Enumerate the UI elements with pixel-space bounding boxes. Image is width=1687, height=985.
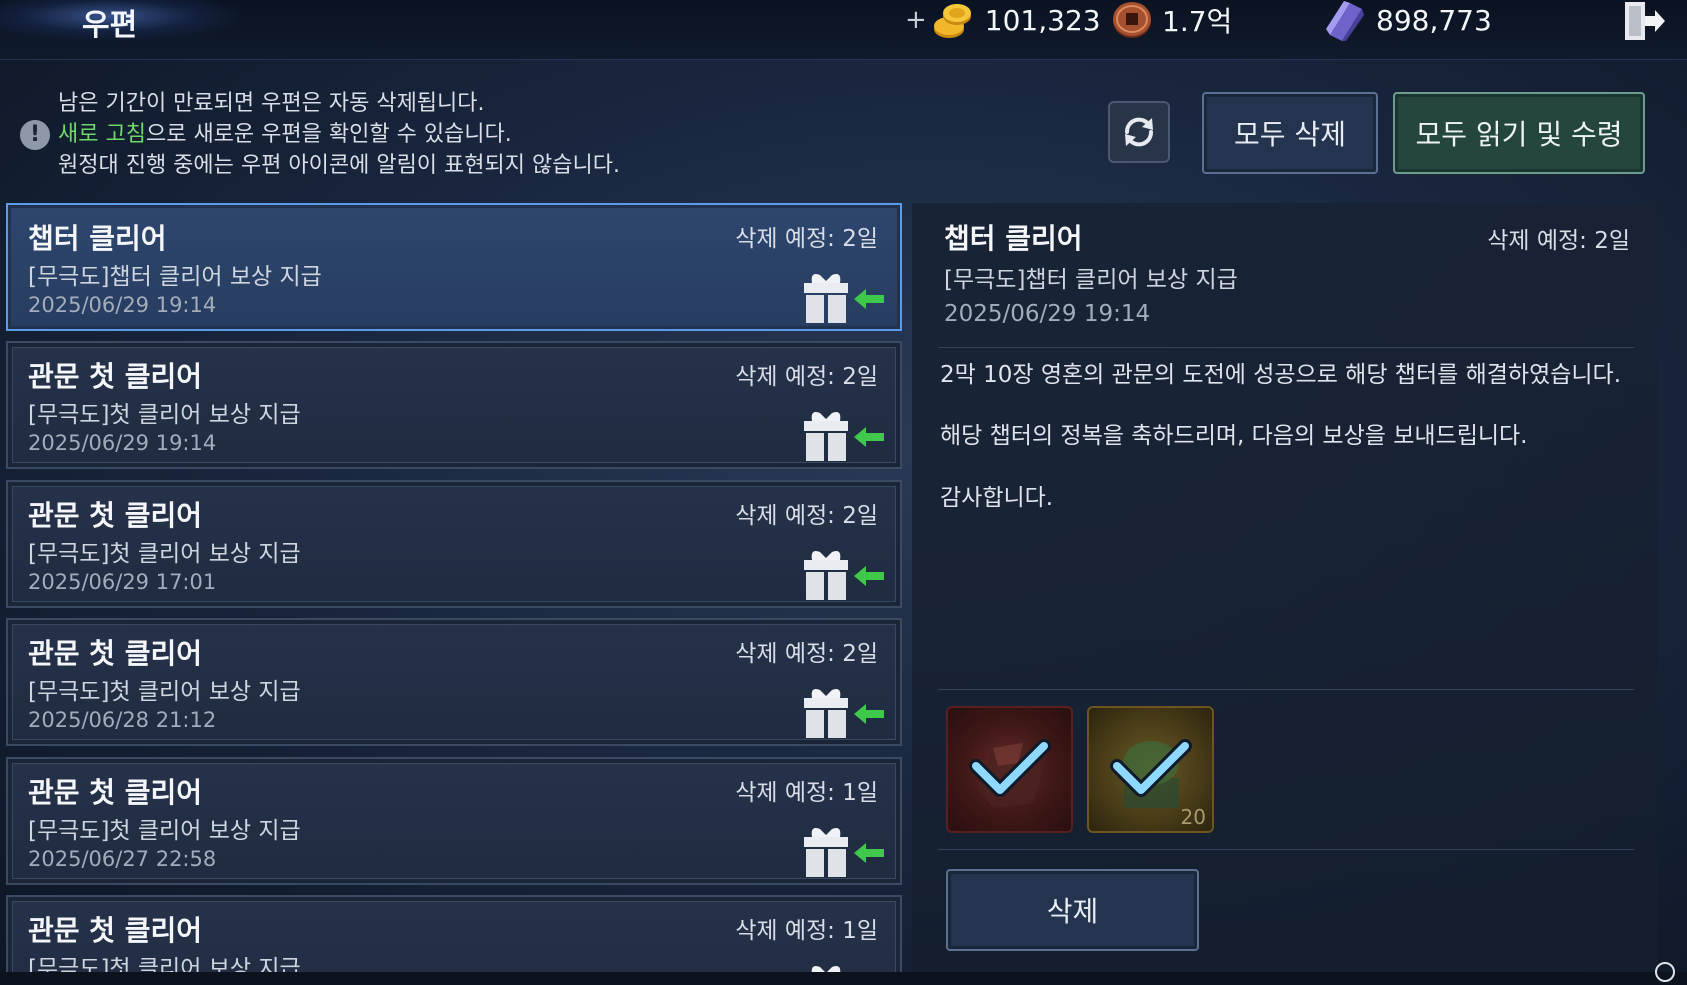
mail-subtitle: [무극도]첫 클리어 보상 지급 [28, 679, 301, 705]
mail-item[interactable]: 관문 첫 클리어 [무극도]첫 클리어 보상 지급 2025/06/27 22:… [6, 757, 902, 885]
notice-line-2-rest: 으로 새로운 우편을 확인할 수 있습니다. [145, 122, 512, 147]
red-ore-reward-icon [969, 739, 1051, 808]
mail-title: 관문 첫 클리어 [28, 914, 203, 947]
mail-title: 관문 첫 클리어 [28, 360, 203, 393]
notice-line-2: 새로 고침으로 새로운 우편을 확인할 수 있습니다. [58, 119, 620, 150]
page-title: 우편 [82, 8, 138, 43]
mail-item[interactable]: 챕터 클리어 [무극도]챕터 클리어 보상 지급 2025/06/29 19:1… [6, 203, 902, 331]
mail-expire: 삭제 예정: 2일 [735, 641, 878, 667]
arrow-left-icon [854, 566, 884, 586]
mail-expire: 삭제 예정: 2일 [735, 226, 878, 252]
mail-expire: 삭제 예정: 2일 [735, 503, 878, 529]
mail-item[interactable]: 관문 첫 클리어 [무극도]첫 클리어 보상 지급 2025/06/29 19:… [6, 341, 902, 469]
mail-date: 2025/06/29 17:01 [28, 570, 217, 594]
crystal-amount: 898,773 [1376, 3, 1492, 37]
mail-title: 관문 첫 클리어 [28, 776, 203, 809]
gold-currency: + 101,323 [905, 2, 1101, 38]
gift-icon [804, 828, 848, 877]
mail-title: 관문 첫 클리어 [28, 499, 203, 532]
mail-subtitle: [무극도]첫 클리어 보상 지급 [28, 818, 301, 844]
mail-date: 2025/06/27 22:58 [28, 847, 217, 871]
notice-line-1: 남은 기간이 만료되면 우편은 자동 삭제됩니다. [58, 91, 485, 116]
warning-icon: ! [20, 120, 50, 150]
arrow-left-icon [854, 704, 884, 724]
coin-amount: 1.7억 [1162, 5, 1233, 38]
gift-icon [804, 412, 848, 461]
detail-body-line: 감사합니다. [940, 485, 1054, 511]
delete-button[interactable]: 삭제 [946, 869, 1199, 951]
refresh-icon [1124, 117, 1154, 147]
circle-icon[interactable] [1653, 960, 1677, 984]
notice-text: 남은 기간이 만료되면 우편은 자동 삭제됩니다. 새로 고침으로 새로운 우편… [58, 88, 620, 181]
delete-all-button[interactable]: 모두 삭제 [1202, 92, 1378, 174]
detail-subtitle: [무극도]챕터 클리어 보상 지급 [944, 267, 1238, 293]
mail-title: 챕터 클리어 [28, 222, 167, 255]
bottom-strip [0, 972, 1687, 985]
detail-body-line: 해당 챕터의 정복을 축하드리며, 다음의 보상을 보내드립니다. [940, 423, 1528, 449]
mail-subtitle: [무극도]첫 클리어 보상 지급 [28, 956, 301, 973]
mail-list: 챕터 클리어 [무극도]챕터 클리어 보상 지급 2025/06/29 19:1… [4, 203, 904, 973]
gold-amount: 101,323 [984, 3, 1101, 37]
mail-date: 2025/06/29 19:14 [28, 431, 217, 455]
top-bar: 우편 + 101,323 1.7억 898,773 [0, 0, 1687, 60]
detail-body-line: 2막 10장 영혼의 관문의 도전에 성공으로 해당 챕터를 해결하였습니다. [940, 362, 1622, 388]
mail-title: 관문 첫 클리어 [28, 637, 203, 670]
bronze-coin-icon [1113, 2, 1151, 38]
reward-item[interactable]: 20 [1087, 706, 1214, 833]
detail-date: 2025/06/29 19:14 [944, 301, 1151, 327]
mail-item[interactable]: 관문 첫 클리어 [무극도]첫 클리어 보상 지급 2025/06/29 17:… [6, 480, 902, 608]
crystal-currency: 898,773 [1320, 1, 1492, 41]
mail-item[interactable]: 관문 첫 클리어 [무극도]첫 클리어 보상 지급 2025/06/28 21:… [6, 618, 902, 746]
mail-expire: 삭제 예정: 1일 [735, 780, 878, 806]
detail-expire: 삭제 예정: 2일 [1487, 228, 1630, 254]
reward-count: 20 [1180, 805, 1206, 829]
read-all-and-claim-button[interactable]: 모두 읽기 및 수령 [1393, 92, 1645, 174]
mail-subtitle: [무극도]챕터 클리어 보상 지급 [28, 264, 322, 290]
detail-title: 챕터 클리어 [944, 222, 1083, 255]
add-gold-button[interactable]: + [905, 5, 927, 35]
reward-item[interactable] [946, 706, 1073, 833]
notice-line-3: 원정대 진행 중에는 우편 아이콘에 알림이 표현되지 않습니다. [58, 153, 620, 178]
mail-detail-panel: 챕터 클리어 삭제 예정: 2일 [무극도]챕터 클리어 보상 지급 2025/… [912, 203, 1658, 973]
gold-coins-icon [933, 4, 971, 38]
divider [938, 347, 1634, 348]
mail-item[interactable]: 관문 첫 클리어 [무극도]첫 클리어 보상 지급 삭제 예정: 1일 [6, 895, 902, 973]
refresh-button[interactable] [1108, 101, 1170, 163]
gift-icon [811, 966, 841, 973]
gift-icon [804, 689, 848, 738]
purple-crystal-icon [1326, 1, 1364, 41]
arrow-left-icon [854, 427, 884, 447]
mail-subtitle: [무극도]첫 클리어 보상 지급 [28, 402, 301, 428]
mail-subtitle: [무극도]첫 클리어 보상 지급 [28, 541, 301, 567]
mail-expire: 삭제 예정: 1일 [735, 918, 878, 944]
divider [938, 689, 1634, 690]
arrow-left-icon [854, 843, 884, 863]
gift-icon [804, 274, 848, 323]
coin-currency: 1.7억 [1110, 2, 1232, 38]
mail-date: 2025/06/28 21:12 [28, 708, 217, 732]
mail-date: 2025/06/29 19:14 [28, 293, 217, 317]
mail-expire: 삭제 예정: 2일 [735, 364, 878, 390]
refresh-link: 새로 고침 [58, 122, 146, 147]
divider [938, 849, 1634, 850]
exit-icon[interactable] [1621, 0, 1667, 42]
gift-icon [804, 551, 848, 600]
arrow-left-icon [854, 289, 884, 309]
